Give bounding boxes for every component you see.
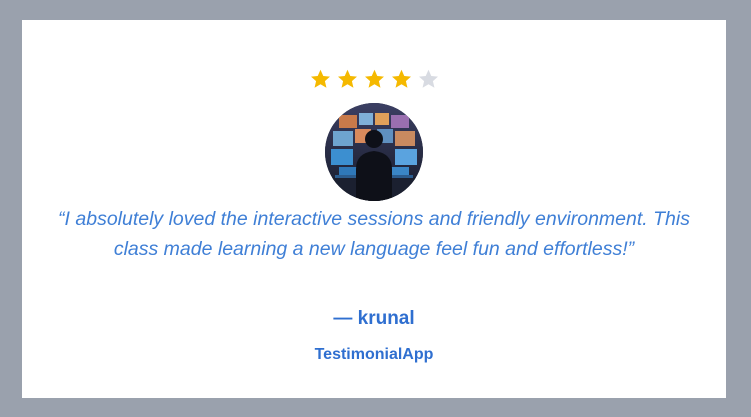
- star-filled-icon: [336, 68, 359, 91]
- person-at-monitors-avatar-icon: [325, 103, 423, 201]
- avatar: [325, 103, 423, 201]
- star-empty-icon: [417, 68, 440, 91]
- star-filled-icon: [390, 68, 413, 91]
- star-rating: [22, 68, 726, 92]
- testimonial-card: “I absolutely loved the interactive sess…: [22, 20, 726, 398]
- star-filled-icon: [309, 68, 332, 91]
- testimonial-quote: “I absolutely loved the interactive sess…: [58, 208, 690, 260]
- star-filled-icon: [363, 68, 386, 91]
- brand-name: TestimonialApp: [314, 346, 434, 363]
- testimonial-author: — krunal: [333, 308, 415, 329]
